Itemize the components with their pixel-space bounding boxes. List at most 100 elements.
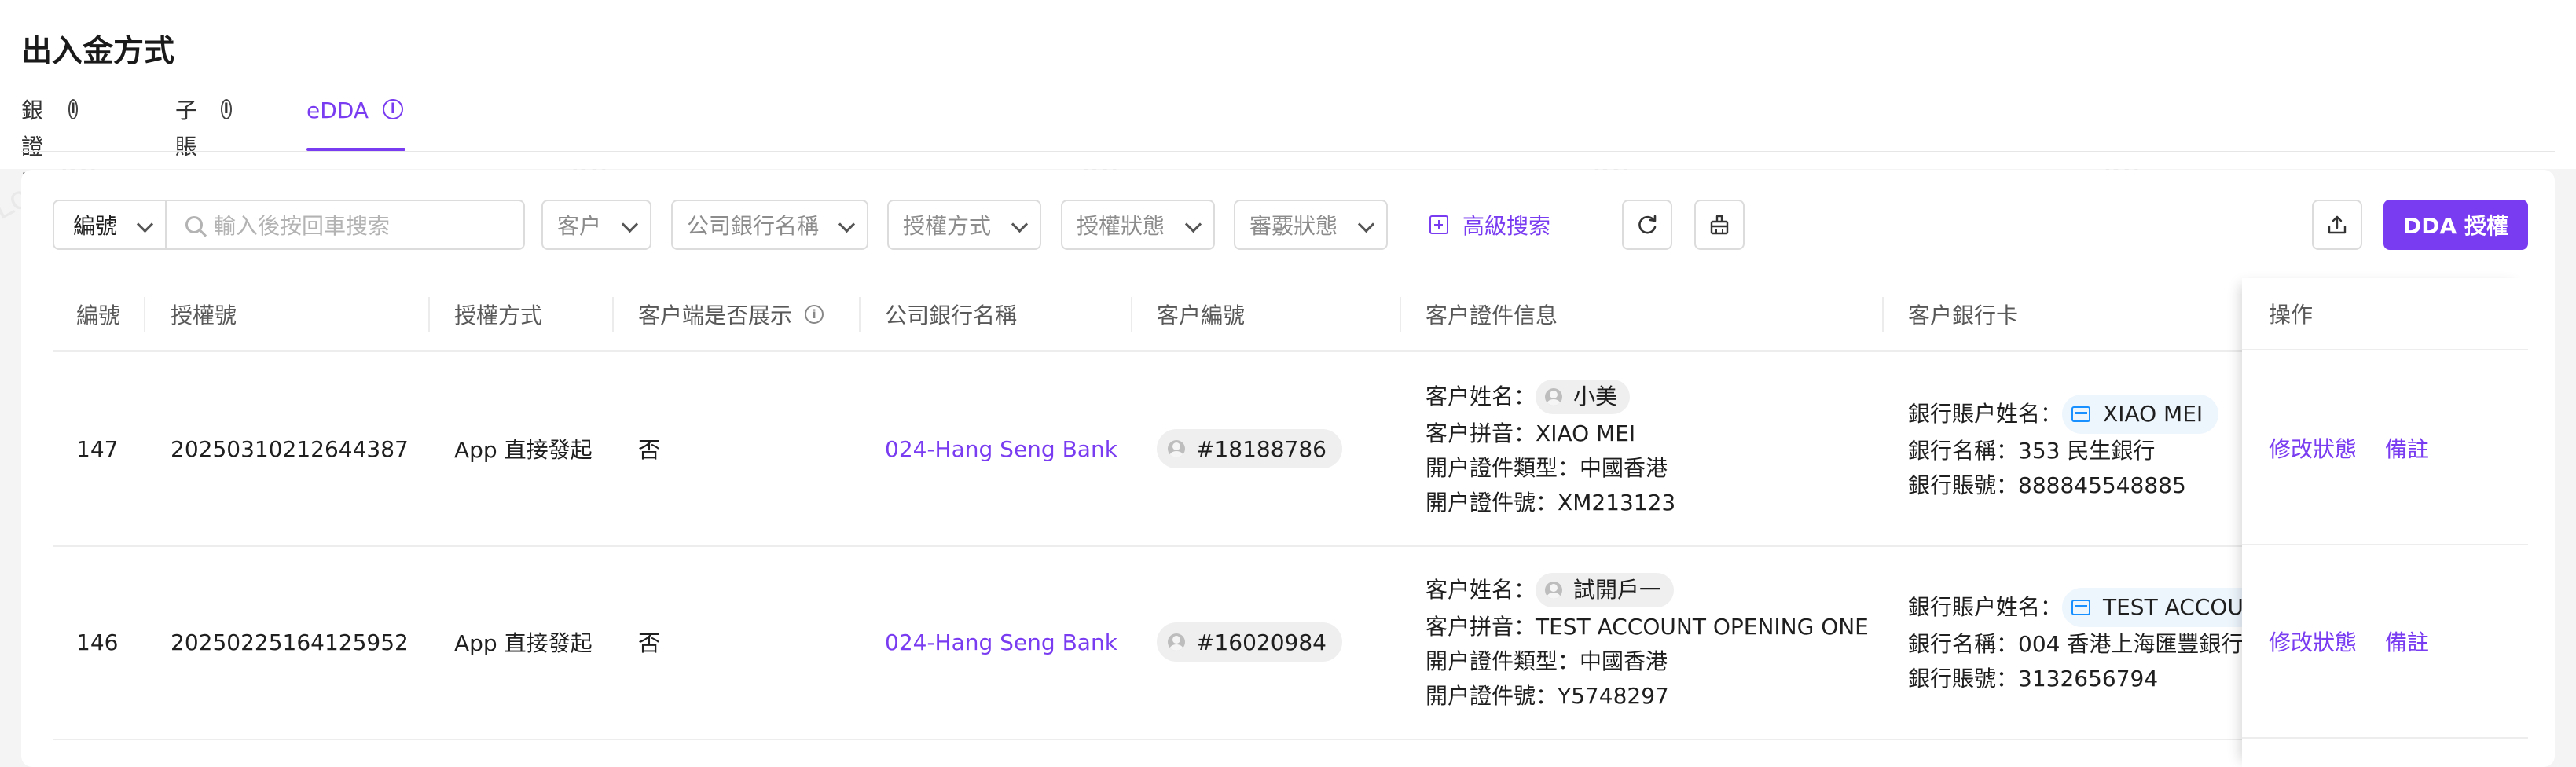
table-card: 編號 輸入後按回車搜索 客户 公司銀行名稱 授權方式 授權狀態 審覈狀態 高級搜… xyxy=(21,170,2555,767)
chevron-down-icon xyxy=(1357,215,1375,233)
column-header[interactable]: 客户證件信息 xyxy=(1426,278,1558,350)
chevron-down-icon xyxy=(621,215,639,233)
search-input[interactable]: 輸入後按回車搜索 xyxy=(165,200,525,250)
info-icon[interactable]: i xyxy=(68,99,79,119)
select-value: 編號 xyxy=(73,213,118,239)
filter-auth-status[interactable]: 授權狀態 xyxy=(1061,200,1215,250)
search-field-select[interactable]: 編號 xyxy=(53,200,167,250)
doc-type-line: 開户證件類型： 中國香港 xyxy=(1426,451,1675,486)
actions-cell: 修改狀態 備註 xyxy=(2242,352,2528,545)
value: 3132656794 xyxy=(2018,666,2159,692)
filter-client[interactable]: 客户 xyxy=(541,200,651,250)
cell-client-bank: 銀行賬户姓名： XIAO MEI 銀行名稱： 353 民生銀行 銀行賬號： 8888… xyxy=(1908,395,2219,503)
column-header-client-display[interactable]: 客户端是否展示 i xyxy=(638,278,824,350)
column-header[interactable]: 授權號 xyxy=(171,278,237,350)
cell-client-no: #16020984 xyxy=(1157,545,1342,739)
chevron-down-icon xyxy=(1011,215,1029,233)
clear-filters-button[interactable] xyxy=(1694,200,1745,250)
client-name-chip[interactable]: 小美 xyxy=(1536,380,1631,414)
export-button[interactable] xyxy=(2312,200,2362,250)
cell-id: 146 xyxy=(76,629,119,655)
cell-client-display: 否 xyxy=(638,437,661,463)
filter-label: 審覈狀態 xyxy=(1249,213,1338,239)
bank-card-icon xyxy=(2071,406,2091,422)
column-divider xyxy=(1882,297,1884,332)
bank-holder: TEST ACCOU xyxy=(2103,594,2244,620)
plus-square-icon xyxy=(1429,215,1448,234)
column-divider xyxy=(144,297,145,332)
filter-company-bank[interactable]: 公司銀行名稱 xyxy=(671,200,868,250)
doc-type-line: 開户證件類型： 中國香港 xyxy=(1426,644,1869,679)
tab-sub-account[interactable]: 子賬户 i xyxy=(175,93,233,196)
column-header[interactable]: 公司銀行名稱 xyxy=(885,278,1017,350)
cell-client-doc: 客户姓名： 試開戶一 客户拼音： TEST ACCOUNT OPENING ONE… xyxy=(1426,571,1869,714)
value: 353 民生銀行 xyxy=(2018,438,2156,464)
bank-name-line: 銀行名稱： 004 香港上海匯豐銀行 xyxy=(1908,627,2259,662)
label: 銀行賬號： xyxy=(1908,472,2019,498)
info-icon[interactable]: i xyxy=(383,99,404,119)
client-name: 小美 xyxy=(1573,384,1618,409)
chevron-down-icon xyxy=(838,215,856,233)
filter-review-status[interactable]: 審覈狀態 xyxy=(1234,200,1388,250)
label: 開户證件類型： xyxy=(1426,455,1580,481)
cell-client-display: 否 xyxy=(638,630,661,656)
remark-link[interactable]: 備註 xyxy=(2385,626,2429,657)
client-name-chip[interactable]: 試開戶一 xyxy=(1536,573,1675,607)
value: XIAO MEI xyxy=(1536,420,1636,446)
label: 客户拼音： xyxy=(1426,614,1536,640)
info-icon[interactable]: i xyxy=(805,305,824,324)
column-header[interactable]: 客户編號 xyxy=(1157,278,1245,350)
tab-label: eDDA xyxy=(306,97,369,123)
column-header-label: 客户端是否展示 xyxy=(638,303,793,328)
tab-edda[interactable]: eDDA i xyxy=(306,93,404,151)
column-header[interactable]: 授權方式 xyxy=(454,278,542,350)
clear-icon xyxy=(1710,215,1729,235)
label: 開户證件號： xyxy=(1426,683,1558,709)
column-divider xyxy=(428,297,430,332)
filter-label: 客户 xyxy=(557,213,602,239)
bank-card-icon xyxy=(2071,600,2091,615)
label: 銀行賬户姓名： xyxy=(1908,594,2063,620)
tab-securities-account[interactable]: 銀證開户 i xyxy=(21,93,79,232)
value: 中國香港 xyxy=(1580,455,1668,481)
cell-client-bank: 銀行賬户姓名： TEST ACCOU 銀行名稱： 004 香港上海匯豐銀行 銀行賬… xyxy=(1908,588,2259,696)
value: 004 香港上海匯豐銀行 xyxy=(2018,631,2244,657)
company-bank-link[interactable]: 024-Hang Seng Bank xyxy=(885,436,1117,462)
info-icon[interactable]: i xyxy=(220,99,233,119)
doc-pinyin-line: 客户拼音： XIAO MEI xyxy=(1426,417,1675,451)
column-header[interactable]: 客户銀行卡 xyxy=(1908,278,2018,350)
modify-status-link[interactable]: 修改狀態 xyxy=(2269,432,2357,464)
company-bank-link[interactable]: 024-Hang Seng Bank xyxy=(885,629,1117,655)
client-name: 試開戶一 xyxy=(1573,577,1662,603)
divider xyxy=(21,151,2555,152)
bank-acct-line: 銀行賬號： 3132656794 xyxy=(1908,662,2259,696)
cell-auth-method: App 直接發起 xyxy=(454,437,593,463)
filter-label: 授權方式 xyxy=(903,213,992,239)
modify-status-link[interactable]: 修改狀態 xyxy=(2269,626,2357,657)
doc-no-line: 開户證件號： XM213123 xyxy=(1426,486,1675,520)
advanced-search-button[interactable]: 高級搜索 xyxy=(1429,200,1550,250)
bank-acct-line: 銀行賬號： 888845548885 xyxy=(1908,468,2218,503)
toolbar: 編號 輸入後按回車搜索 客户 公司銀行名稱 授權方式 授權狀態 審覈狀態 高級搜… xyxy=(53,200,2528,251)
refresh-button[interactable] xyxy=(1622,200,1672,250)
user-icon xyxy=(1545,582,1563,599)
label: 銀行名稱： xyxy=(1908,631,2019,657)
dda-authorize-button[interactable]: DDA 授權 xyxy=(2383,200,2528,250)
cell-client-no: #18188786 xyxy=(1157,352,1342,545)
chevron-down-icon xyxy=(136,215,154,233)
remark-link[interactable]: 備註 xyxy=(2385,432,2429,464)
label: 銀行賬户姓名： xyxy=(1908,401,2063,427)
filter-auth-method[interactable]: 授權方式 xyxy=(887,200,1041,250)
cell-auth-method: App 直接發起 xyxy=(454,630,593,656)
client-no-chip[interactable]: #16020984 xyxy=(1157,622,1342,662)
user-icon xyxy=(1545,388,1563,406)
page-title: 出入金方式 xyxy=(21,34,175,69)
bank-holder-chip[interactable]: XIAO MEI xyxy=(2062,395,2219,434)
actions-cell: 修改狀態 備註 xyxy=(2242,545,2528,739)
client-no-chip[interactable]: #18188786 xyxy=(1157,429,1342,468)
column-header[interactable]: 編號 xyxy=(76,278,120,350)
search-placeholder: 輸入後按回車搜索 xyxy=(214,213,391,239)
filter-label: 授權狀態 xyxy=(1077,213,1165,239)
bank-name-line: 銀行名稱： 353 民生銀行 xyxy=(1908,434,2218,468)
bank-holder-chip[interactable]: TEST ACCOU xyxy=(2062,588,2259,627)
